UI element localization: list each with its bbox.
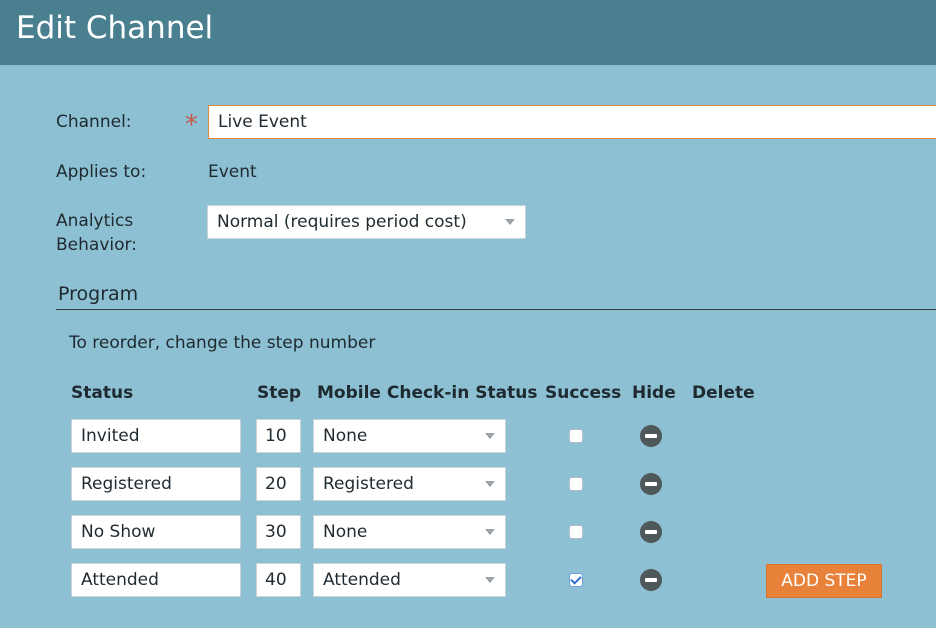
- reorder-hint: To reorder, change the step number: [69, 333, 376, 353]
- analytics-behavior-select[interactable]: Normal (requires period cost): [207, 205, 526, 239]
- step-input[interactable]: [256, 563, 301, 597]
- program-section-title: Program: [58, 283, 139, 305]
- table-row: Registered: [0, 467, 936, 501]
- minus-circle-icon[interactable]: [640, 521, 662, 543]
- page-title: Edit Channel: [16, 10, 214, 46]
- mobile-check-in-value: None: [323, 426, 368, 446]
- mobile-check-in-value: None: [323, 522, 368, 542]
- table-row: None: [0, 515, 936, 549]
- column-header-delete: Delete: [692, 383, 755, 403]
- caret-down-icon: [485, 481, 495, 487]
- success-checkbox[interactable]: [569, 573, 583, 587]
- caret-down-icon: [505, 219, 515, 225]
- analytics-behavior-value: Normal (requires period cost): [217, 212, 467, 232]
- channel-input[interactable]: [208, 105, 936, 139]
- mobile-check-in-value: Registered: [323, 474, 414, 494]
- success-checkbox[interactable]: [569, 477, 583, 491]
- mobile-check-in-value: Attended: [323, 570, 401, 590]
- success-checkbox[interactable]: [569, 525, 583, 539]
- mobile-check-in-select[interactable]: None: [313, 515, 506, 549]
- page-header: Edit Channel: [0, 0, 936, 65]
- caret-down-icon: [485, 577, 495, 583]
- mobile-check-in-select[interactable]: Registered: [313, 467, 506, 501]
- asterisk-icon: *: [185, 110, 198, 140]
- analytics-behavior-label-line1: Analytics: [56, 211, 134, 231]
- column-header-mobile-check-in-status: Mobile Check-in Status: [317, 383, 538, 403]
- add-step-button[interactable]: ADD STEP: [766, 564, 882, 598]
- caret-down-icon: [485, 529, 495, 535]
- step-input[interactable]: [256, 419, 301, 453]
- column-header-status: Status: [71, 383, 134, 403]
- status-input[interactable]: [71, 515, 241, 549]
- applies-to-value: Event: [208, 162, 257, 182]
- step-input[interactable]: [256, 467, 301, 501]
- column-header-hide: Hide: [632, 383, 676, 403]
- mobile-check-in-select[interactable]: Attended: [313, 563, 506, 597]
- minus-circle-icon[interactable]: [640, 473, 662, 495]
- analytics-behavior-label-line2: Behavior:: [56, 235, 137, 255]
- channel-label: Channel:: [56, 112, 132, 132]
- status-input[interactable]: [71, 563, 241, 597]
- applies-to-label: Applies to:: [56, 162, 147, 182]
- step-input[interactable]: [256, 515, 301, 549]
- minus-circle-icon[interactable]: [640, 569, 662, 591]
- status-input[interactable]: [71, 419, 241, 453]
- section-divider: [56, 309, 936, 310]
- table-row: None: [0, 419, 936, 453]
- column-header-step: Step: [257, 383, 302, 403]
- minus-circle-icon[interactable]: [640, 425, 662, 447]
- mobile-check-in-select[interactable]: None: [313, 419, 506, 453]
- success-checkbox[interactable]: [569, 429, 583, 443]
- caret-down-icon: [485, 433, 495, 439]
- column-header-success: Success: [545, 383, 622, 403]
- status-input[interactable]: [71, 467, 241, 501]
